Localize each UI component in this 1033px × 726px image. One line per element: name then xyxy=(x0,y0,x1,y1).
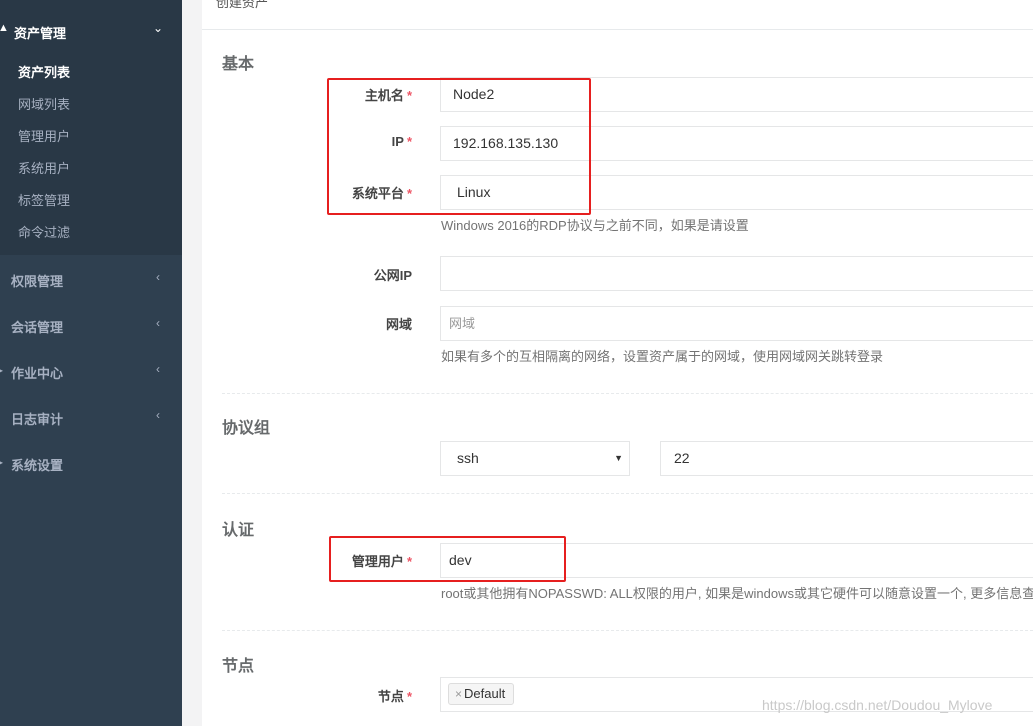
chevron-left-icon: ‹ xyxy=(156,316,160,330)
public-ip-label: 公网IP xyxy=(373,268,412,283)
chevron-left-icon: ‹ xyxy=(156,362,160,376)
divider xyxy=(222,393,1033,394)
settings-icon: ▸ xyxy=(0,455,4,469)
sidebar-item-audit[interactable]: 日志审计 xyxy=(11,409,63,428)
sidebar: ▲ 资产管理 ⌄ 资产列表 网域列表 管理用户 系统用户 标签管理 命令过滤 权… xyxy=(0,0,182,726)
asset-icon: ▲ xyxy=(0,22,9,34)
divider xyxy=(222,493,1033,494)
chevron-down-icon: ⌄ xyxy=(153,21,164,35)
sidebar-item-admin-users[interactable]: 管理用户 xyxy=(18,126,70,145)
create-asset-panel: 创建资产 基本 主机名 * Node2 IP * 192.168.135.130 系… xyxy=(202,0,1033,726)
sidebar-item-sessions[interactable]: 会话管理 xyxy=(11,317,63,336)
platform-help: Windows 2016的RDP协议与之前不同，如果是请设置 xyxy=(441,218,749,233)
nodes-label: 节点 * xyxy=(377,689,412,704)
public-ip-input[interactable] xyxy=(440,256,1033,291)
sidebar-item-label: 资产管理 xyxy=(14,26,67,41)
highlight-box xyxy=(327,78,591,215)
remove-tag-icon[interactable]: × xyxy=(455,687,462,701)
chevron-left-icon: ‹ xyxy=(156,270,160,284)
node-tag-label: Default xyxy=(464,686,506,701)
sidebar-item-labels[interactable]: 标签管理 xyxy=(18,190,70,209)
panel-header: 创建资产 xyxy=(202,0,1033,30)
sidebar-item-perms[interactable]: 权限管理 xyxy=(11,271,63,290)
sidebar-item-jobs[interactable]: 作业中心 xyxy=(11,363,63,382)
port-input[interactable]: 22 xyxy=(660,441,1033,476)
section-node: 节点 xyxy=(222,658,255,675)
sidebar-item-system-users[interactable]: 系统用户 xyxy=(18,158,70,177)
sidebar-item-assets[interactable]: ▲ 资产管理 ⌄ xyxy=(0,13,182,49)
section-protocol: 协议组 xyxy=(222,420,271,437)
chevron-left-icon: ‹ xyxy=(156,408,160,422)
jobs-icon: ▸ xyxy=(0,363,4,377)
highlight-box xyxy=(329,536,566,582)
node-tag[interactable]: × Default xyxy=(448,683,515,705)
watermark: https://blog.csdn.net/Doudou_Mylove xyxy=(762,697,993,713)
section-auth: 认证 xyxy=(222,522,255,539)
sidebar-item-command-filters[interactable]: 命令过滤 xyxy=(18,222,70,241)
protocol-value: ssh xyxy=(457,450,479,466)
sidebar-item-asset-list[interactable]: 资产列表 xyxy=(18,62,70,81)
panel-title: 创建资产 xyxy=(216,0,269,10)
domain-select[interactable]: 网域 xyxy=(440,306,1033,341)
domain-help: 如果有多个的互相隔离的网络，设置资产属于的网域，使用网域网关跳转登录 xyxy=(441,349,884,364)
sidebar-item-settings[interactable]: 系统设置 xyxy=(11,455,63,474)
sidebar-item-domain-list[interactable]: 网域列表 xyxy=(18,94,70,113)
section-basic: 基本 xyxy=(222,56,255,73)
caret-down-icon: ▼ xyxy=(614,453,623,463)
domain-label: 网域 xyxy=(385,317,412,332)
protocol-select[interactable]: ssh ▼ xyxy=(440,441,630,476)
admin-user-help: root或其他拥有NOPASSWD: ALL权限的用户, 如果是windows或… xyxy=(441,586,1033,601)
divider xyxy=(222,630,1033,631)
